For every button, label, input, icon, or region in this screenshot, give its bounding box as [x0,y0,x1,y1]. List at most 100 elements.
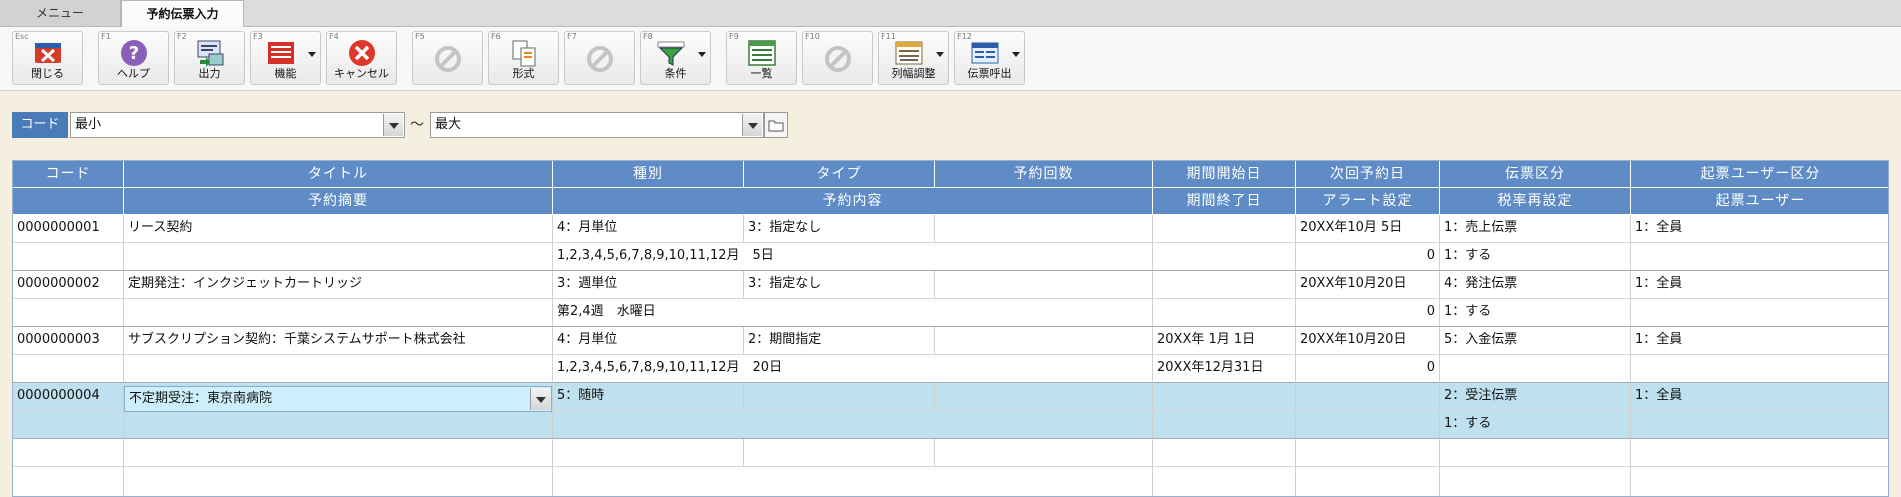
function-button[interactable]: F3 機能 [250,31,321,85]
cell-user-kind[interactable]: 1：全員 [1631,327,1888,355]
cell-start-date[interactable] [1153,215,1296,243]
cell-code[interactable]: 0000000004 [13,383,124,411]
cell-tax[interactable]: 1：する [1440,411,1631,439]
cell-start-date[interactable] [1153,271,1296,299]
close-button[interactable]: Esc 閉じる [12,31,83,85]
col-header-tax[interactable]: 税率再設定 [1440,188,1631,215]
cell-slip-type[interactable]: 5：入金伝票 [1440,327,1631,355]
cell-code[interactable]: 0000000001 [13,215,124,243]
output-button[interactable]: F2 出力 [174,31,245,85]
cancel-button[interactable]: F4 キャンセル [326,31,397,85]
cell-kind[interactable]: 4：月単位 [553,215,744,243]
cell-content[interactable]: 第2,4週 水曜日 [553,299,1153,327]
cell-start-date[interactable]: 20XX年 1月 1日 [1153,327,1296,355]
cell-content[interactable] [553,411,1153,439]
cell-user[interactable] [1631,411,1888,439]
empty-cell[interactable] [1296,439,1440,467]
cell-title[interactable]: サブスクリプション契約：千葉システムサポート株式会社 [124,327,553,355]
slip-call-button[interactable]: F12 伝票呼出 [954,31,1025,85]
cell-count[interactable] [935,327,1153,355]
col-header-next-date[interactable]: 次回予約日 [1296,161,1440,188]
cell-type[interactable]: 2：期間指定 [744,327,935,355]
cell-kind[interactable]: 4：月単位 [553,327,744,355]
cell-title[interactable]: 定期発注：インクジェットカートリッジ [124,271,553,299]
empty-cell[interactable] [1296,467,1440,496]
col-header-alert[interactable]: アラート設定 [1296,188,1440,215]
cell-user-kind[interactable]: 1：全員 [1631,215,1888,243]
col-header-user[interactable]: 起票ユーザー [1631,188,1888,215]
cell-slip-type[interactable]: 2：受注伝票 [1440,383,1631,411]
col-header-memo[interactable]: 予約摘要 [124,188,553,215]
col-header-kind[interactable]: 種別 [553,161,744,188]
empty-cell[interactable] [124,439,553,467]
cell-tax[interactable] [1440,355,1631,383]
empty-cell[interactable] [1153,439,1296,467]
cell-memo[interactable] [124,411,553,439]
empty-cell[interactable] [13,467,124,496]
empty-cell[interactable] [553,467,1153,496]
cell-memo[interactable] [124,243,553,271]
list-button[interactable]: F9 一覧 [726,31,797,85]
code-from-combo[interactable]: 最小 [70,112,405,138]
col-header-code[interactable]: コード [13,161,124,188]
col-header-content[interactable]: 予約内容 [553,188,1153,215]
help-button[interactable]: F1 ? ヘルプ [98,31,169,85]
empty-cell[interactable] [1153,467,1296,496]
condition-button[interactable]: F8 条件 [640,31,711,85]
cell-end-date[interactable] [1153,299,1296,327]
cell-alert[interactable] [1296,411,1440,439]
cell-type[interactable]: 3：指定なし [744,215,935,243]
cell-kind[interactable]: 5：随時 [553,383,744,411]
cell-slip-type[interactable]: 4：発注伝票 [1440,271,1631,299]
folder-button[interactable] [764,112,788,138]
empty-cell[interactable] [1440,467,1631,496]
cell-next-date[interactable]: 20XX年10月20日 [1296,271,1440,299]
cell-memo[interactable] [124,299,553,327]
empty-cell[interactable] [1440,439,1631,467]
cell-next-date[interactable]: 20XX年10月20日 [1296,327,1440,355]
cell-content[interactable]: 1,2,3,4,5,6,7,8,9,10,11,12月 20日 [553,355,1153,383]
column-width-button[interactable]: F11 列幅調整 [878,31,949,85]
cell-user[interactable] [1631,299,1888,327]
cell-content[interactable]: 1,2,3,4,5,6,7,8,9,10,11,12月 5日 [553,243,1153,271]
cell-count[interactable] [935,271,1153,299]
cell-user-kind[interactable]: 1：全員 [1631,383,1888,411]
empty-cell[interactable] [1631,439,1888,467]
col-header-title[interactable]: タイトル [124,161,553,188]
cell-tax[interactable]: 1：する [1440,243,1631,271]
col-header-type[interactable]: タイプ [744,161,935,188]
cell-memo[interactable] [124,355,553,383]
cell-next-date[interactable] [1296,383,1440,411]
cell-type[interactable]: 3：指定なし [744,271,935,299]
col-header-count[interactable]: 予約回数 [935,161,1153,188]
cell-kind[interactable]: 3：週単位 [553,271,744,299]
cell-count[interactable] [935,383,1153,411]
f5-button-disabled[interactable]: F5 [412,31,483,85]
tab-menu[interactable]: メニュー [0,0,121,26]
f7-button-disabled[interactable]: F7 [564,31,635,85]
empty-cell[interactable] [124,467,553,496]
chevron-down-icon[interactable] [530,388,550,410]
cell-next-date[interactable]: 20XX年10月 5日 [1296,215,1440,243]
cell-end-date[interactable]: 20XX年12月31日 [1153,355,1296,383]
tab-reservation-slip-entry[interactable]: 予約伝票入力 [121,0,244,27]
cell-user[interactable] [1631,243,1888,271]
cell-alert[interactable]: 0 [1296,243,1440,271]
cell-tax[interactable]: 1：する [1440,299,1631,327]
empty-cell[interactable] [13,439,124,467]
cell-code[interactable]: 0000000003 [13,327,124,355]
cell-end-date[interactable] [1153,243,1296,271]
empty-cell[interactable] [553,439,744,467]
cell-type[interactable] [744,383,935,411]
cell-end-date[interactable] [1153,411,1296,439]
col-header-user-kind[interactable]: 起票ユーザー区分 [1631,161,1888,188]
empty-cell[interactable] [744,439,935,467]
col-header-end-date[interactable]: 期間終了日 [1153,188,1296,215]
code-to-combo[interactable]: 最大 [430,112,764,138]
cell-user[interactable] [1631,355,1888,383]
format-button[interactable]: F6 形式 [488,31,559,85]
cell-title[interactable]: リース契約 [124,215,553,243]
cell-start-date[interactable] [1153,383,1296,411]
empty-cell[interactable] [935,439,1153,467]
col-header-slip-type[interactable]: 伝票区分 [1440,161,1631,188]
